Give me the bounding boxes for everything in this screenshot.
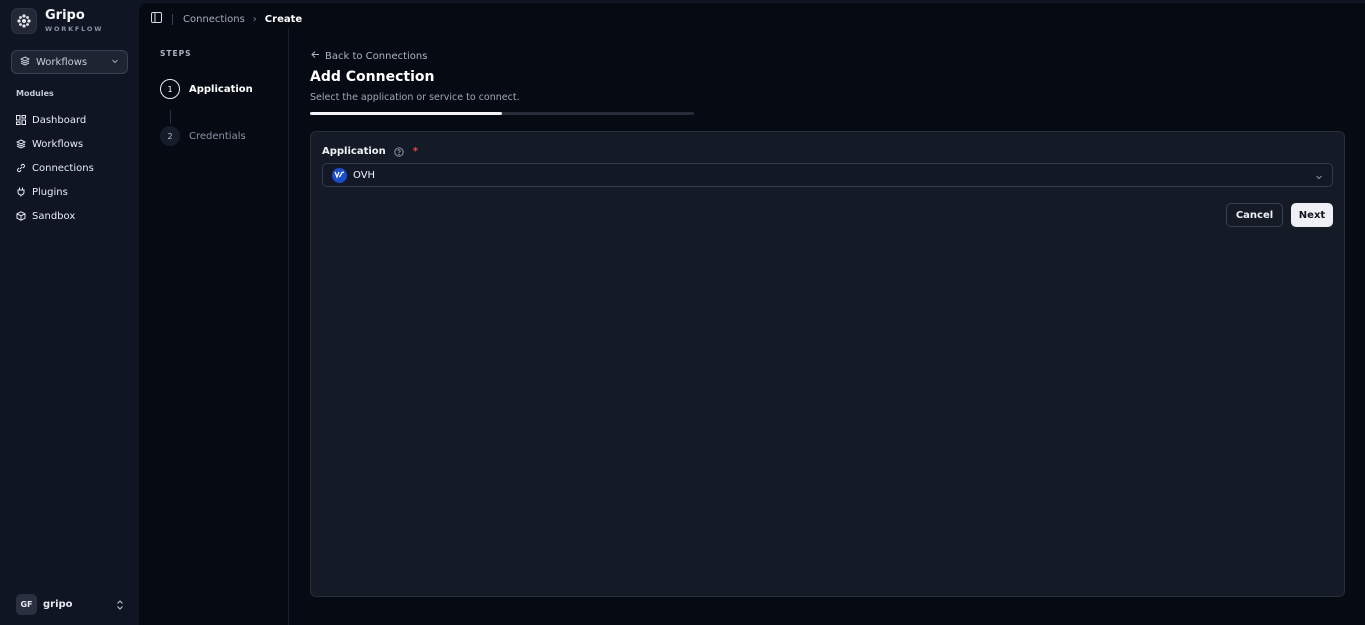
step-label: Application: [189, 83, 253, 95]
application-select[interactable]: OVH: [322, 163, 1333, 187]
back-to-connections-link[interactable]: Back to Connections: [311, 50, 427, 62]
main-panel: Connections › Create STEPS 1 Application…: [139, 3, 1365, 625]
ovh-logo-icon: [332, 167, 347, 183]
required-marker: *: [412, 146, 419, 157]
application-label-text: Application: [322, 146, 386, 157]
breadcrumb-connections[interactable]: Connections: [183, 14, 245, 25]
chevron-down-icon: [111, 57, 119, 68]
sidebar-item-workflows[interactable]: Workflows: [16, 132, 94, 156]
box-icon: [16, 211, 26, 221]
steps-title: STEPS: [160, 49, 192, 58]
steps-panel: STEPS 1 Application 2 Credentials: [139, 28, 289, 625]
sidebar-toggle-icon[interactable]: [151, 12, 162, 26]
brand[interactable]: Gripo WORKFLOW: [11, 8, 103, 34]
brand-name: Gripo: [45, 8, 85, 23]
arrow-left-icon: [311, 50, 320, 62]
sidebar-item-label: Sandbox: [32, 210, 76, 222]
back-link-label: Back to Connections: [325, 50, 428, 62]
sidebar-nav: Dashboard Workflows Connections Plugins …: [16, 108, 94, 228]
sidebar-item-plugins[interactable]: Plugins: [16, 180, 94, 204]
page-subtitle: Select the application or service to con…: [310, 92, 520, 103]
avatar: GF: [16, 594, 37, 615]
topbar: Connections › Create: [151, 12, 302, 26]
grid-icon: [16, 115, 26, 125]
sidebar-item-label: Connections: [32, 162, 94, 174]
application-field-label: Application *: [322, 146, 418, 157]
brand-subtitle: WORKFLOW: [45, 25, 104, 33]
step-number: 1: [160, 79, 180, 99]
page-title: Add Connection: [310, 69, 435, 85]
step-application[interactable]: 1 Application: [160, 79, 253, 99]
chevron-right-icon: ›: [252, 13, 257, 25]
sidebar-item-label: Dashboard: [32, 114, 87, 126]
user-name: gripo: [43, 599, 73, 610]
workspace-select[interactable]: Workflows: [11, 50, 128, 74]
application-select-value: OVH: [353, 169, 376, 181]
layers-icon: [19, 55, 31, 69]
step-label: Credentials: [189, 130, 246, 142]
next-button[interactable]: Next: [1291, 203, 1333, 227]
step-connector: [170, 110, 171, 124]
sidebar-item-label: Plugins: [32, 186, 68, 198]
sidebar-item-label: Workflows: [32, 138, 84, 150]
user-menu[interactable]: GF gripo: [16, 594, 124, 615]
plug-icon: [16, 187, 26, 197]
step-number: 2: [160, 126, 180, 146]
help-circle-icon[interactable]: [394, 146, 404, 157]
link-icon: [16, 163, 26, 173]
chevron-down-icon: [1315, 166, 1323, 185]
connection-form-card: Application * OVH Cancel Next: [310, 131, 1345, 597]
cancel-button[interactable]: Cancel: [1226, 203, 1283, 227]
sidebar-item-dashboard[interactable]: Dashboard: [16, 108, 94, 132]
layers-icon: [16, 139, 26, 149]
gear-flower-icon: [11, 8, 37, 34]
chevron-up-down-icon: [116, 595, 124, 614]
step-credentials[interactable]: 2 Credentials: [160, 126, 246, 146]
sidebar-item-sandbox[interactable]: Sandbox: [16, 204, 94, 228]
sidebar: Gripo WORKFLOW Workflows Modules Dashboa…: [0, 0, 139, 625]
breadcrumb-current: Create: [264, 13, 303, 25]
wizard-progress-fill: [310, 112, 502, 115]
wizard-progress: [310, 112, 694, 115]
modules-section-label: Modules: [16, 89, 54, 98]
sidebar-item-connections[interactable]: Connections: [16, 156, 94, 180]
topbar-divider: [172, 13, 173, 25]
workspace-select-label: Workflows: [36, 56, 88, 68]
